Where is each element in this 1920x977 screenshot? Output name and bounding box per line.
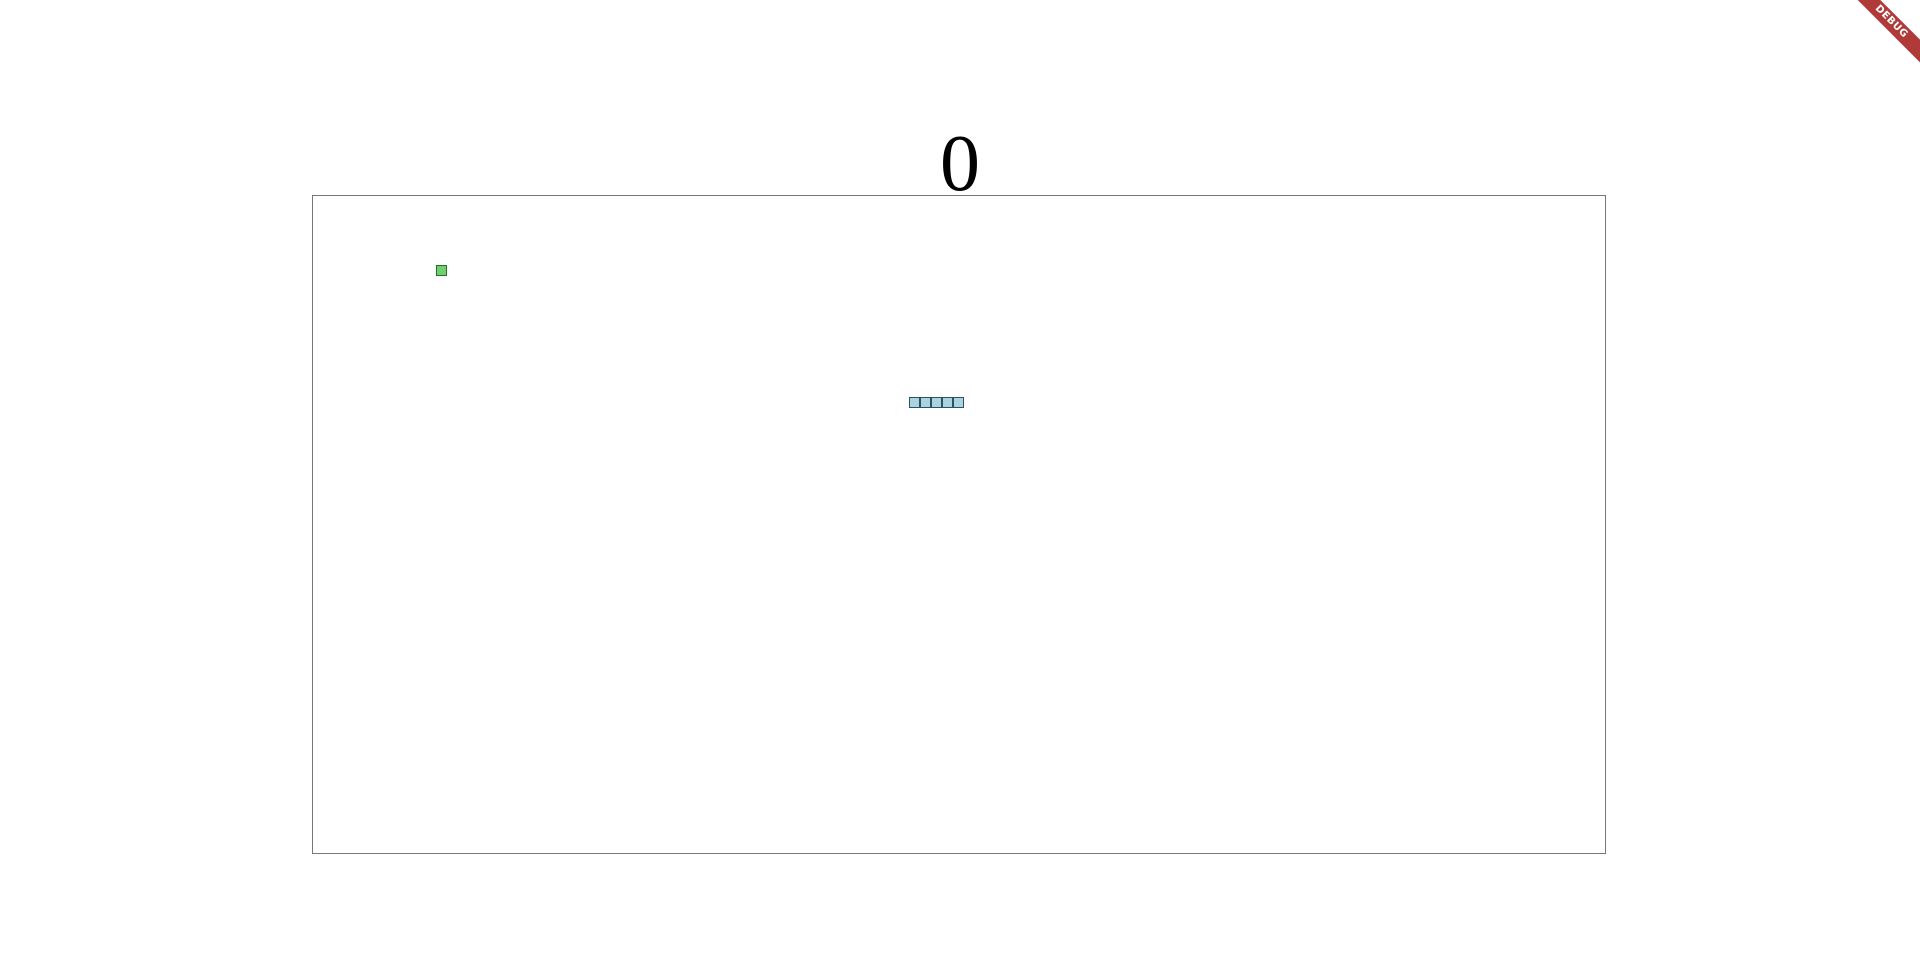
food-pellet bbox=[436, 265, 447, 276]
game-screen: 0 DEBUG bbox=[0, 0, 1920, 977]
snake-segment bbox=[942, 397, 953, 408]
debug-banner: DEBUG bbox=[1850, 0, 1920, 70]
snake-head bbox=[953, 397, 964, 408]
snake-segment bbox=[931, 397, 942, 408]
snake-segment bbox=[920, 397, 931, 408]
game-board[interactable] bbox=[312, 195, 1606, 854]
debug-banner-label: DEBUG bbox=[1850, 0, 1920, 67]
snake-segment bbox=[909, 397, 920, 408]
